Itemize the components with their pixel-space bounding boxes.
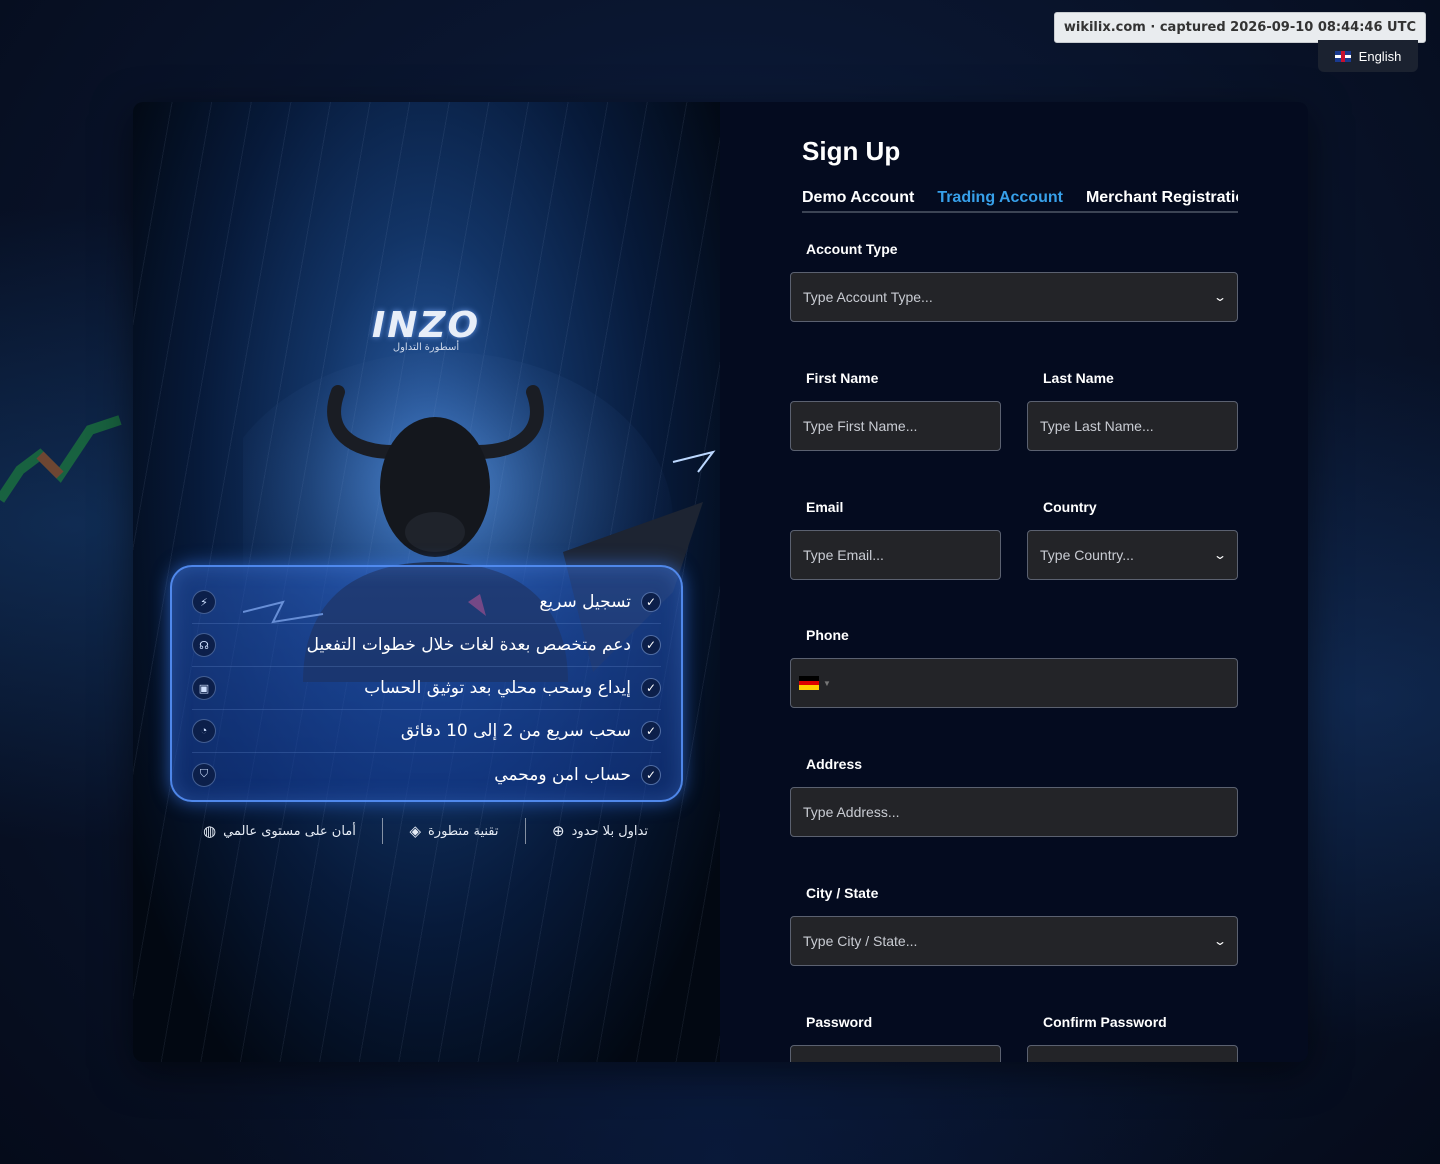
- phone-label: Phone: [806, 627, 849, 643]
- feature-item: ☊ دعم متخصص بعدة لغات خلال خطوات التفعيل…: [192, 624, 661, 667]
- email-label: Email: [806, 499, 844, 515]
- bottom-item: تقنية متطورة ◈: [409, 822, 499, 840]
- wallet-icon: ▣: [192, 676, 216, 700]
- promo-bottom-row: أمان على مستوى عالمي ◍ تقنية متطورة ◈ تد…: [203, 818, 648, 844]
- shield-icon: ⛉: [192, 762, 216, 787]
- tab-merchant-registration[interactable]: Merchant Registration: [1086, 187, 1238, 211]
- email-field[interactable]: Type Email...: [790, 530, 1001, 580]
- address-field[interactable]: Type Address...: [790, 787, 1238, 837]
- first-name-label: First Name: [806, 370, 879, 386]
- address-label: Address: [806, 756, 863, 772]
- caret-down-icon: ▼: [823, 678, 831, 688]
- bottom-item: تداول بلا حدود ⊕: [552, 822, 648, 840]
- check-icon: ✓: [641, 592, 661, 612]
- check-icon: ✓: [641, 678, 661, 698]
- last-name-label: Last Name: [1043, 370, 1114, 386]
- language-selector[interactable]: English: [1318, 40, 1418, 72]
- country-select[interactable]: Type Country... ⌄: [1027, 530, 1238, 580]
- language-label: English: [1358, 48, 1402, 64]
- country-code-selector[interactable]: ▼: [799, 676, 831, 691]
- signup-form-panel: Sign Up Demo Account Trading Account Mer…: [720, 102, 1308, 1062]
- city-state-label: City / State: [806, 885, 879, 901]
- feature-item: ⚡ تسجيل سريع ✓: [192, 581, 661, 624]
- speed-icon: ◔: [192, 719, 216, 743]
- last-name-field[interactable]: Type Last Name...: [1027, 401, 1238, 451]
- account-tabs: Demo Account Trading Account Merchant Re…: [802, 187, 1238, 213]
- city-state-select[interactable]: Type City / State... ⌄: [790, 916, 1238, 966]
- germany-flag-icon: [799, 676, 819, 691]
- chevron-down-icon: ⌄: [1212, 934, 1228, 948]
- capture-watermark: wikilix.com · captured 2026-09-10 08:44:…: [1053, 12, 1426, 43]
- promo-panel: INZO أسطورة التداول ⚡ تسجيل سريع ✓ ☊ دعم …: [133, 102, 720, 1062]
- chevron-down-icon: ⌄: [1212, 548, 1228, 562]
- divider: [382, 818, 384, 844]
- signup-card: INZO أسطورة التداول ⚡ تسجيل سريع ✓ ☊ دعم …: [133, 102, 1308, 1062]
- chart-candles-decoration: [0, 415, 122, 503]
- uk-flag-icon: [1334, 50, 1351, 62]
- page-title: Sign Up: [802, 136, 901, 166]
- divider: [524, 818, 526, 844]
- check-icon: ✓: [641, 764, 661, 785]
- country-label: Country: [1043, 499, 1097, 515]
- password-label: Password: [806, 1014, 873, 1030]
- password-field[interactable]: [790, 1045, 1001, 1062]
- feature-item: ▣ إيداع وسحب محلي بعد توثيق الحساب ✓: [192, 667, 661, 710]
- bottom-item: أمان على مستوى عالمي ◍: [203, 822, 356, 840]
- feature-item: ◔ سحب سريع من 2 إلى 10 دقائق ✓: [192, 710, 661, 753]
- check-icon: ✓: [641, 635, 661, 655]
- first-name-field[interactable]: Type First Name...: [790, 401, 1001, 451]
- inzo-logo: INZO أسطورة التداول: [371, 305, 481, 353]
- phone-field[interactable]: ▼: [790, 658, 1238, 708]
- tab-demo-account[interactable]: Demo Account: [802, 187, 914, 211]
- check-icon: ✓: [641, 721, 661, 741]
- globe-shield-icon: ◍: [203, 822, 217, 840]
- features-panel: ⚡ تسجيل سريع ✓ ☊ دعم متخصص بعدة لغات خلال…: [170, 565, 683, 802]
- chevron-down-icon: ⌄: [1212, 290, 1228, 304]
- confirm-password-field[interactable]: [1027, 1045, 1238, 1062]
- account-type-label: Account Type: [806, 241, 898, 257]
- feature-item: ⛉ حساب امن ومحمي ✓: [192, 753, 661, 796]
- globe-icon: ⊕: [552, 822, 565, 840]
- account-type-select[interactable]: Type Account Type... ⌄: [790, 272, 1238, 322]
- layers-icon: ◈: [409, 822, 421, 840]
- tab-trading-account[interactable]: Trading Account: [937, 187, 1063, 211]
- headset-icon: ☊: [192, 633, 216, 657]
- lightning-icon: ⚡: [192, 590, 216, 614]
- confirm-password-label: Confirm Password: [1043, 1014, 1167, 1030]
